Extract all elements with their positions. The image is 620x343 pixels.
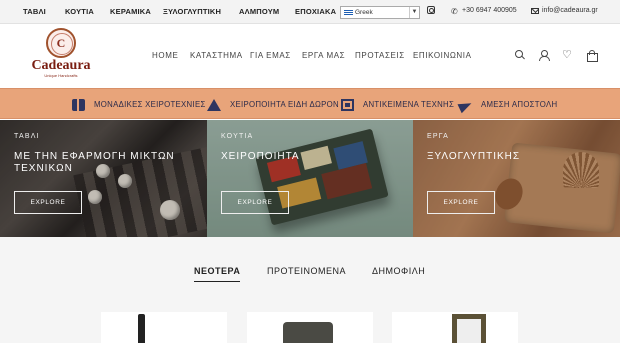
cart-bag-icon[interactable] — [586, 49, 598, 62]
explore-button[interactable]: EXPLORE — [14, 191, 82, 214]
tab-newest[interactable]: ΝΕΟΤΕΡΑ — [194, 266, 241, 282]
banner-title: ΞΥΛΟΓΛΥΠΤΙΚΗΣ — [427, 151, 521, 162]
product-image — [452, 314, 486, 343]
feature-unique-crafts: ΜΟΝΑΔΙΚΕΣ ΧΕΙΡΟΤΕΧΝΙΕΣ — [72, 89, 206, 120]
banner-tag: ΤΑΒΛΙ — [14, 133, 40, 140]
site-logo[interactable]: C Cadeaura Unique Handcrafts — [30, 28, 92, 86]
top-category-epoxiaka[interactable]: ΕΠΟΧΙΑΚΑ — [295, 7, 336, 16]
frame-icon — [341, 98, 354, 111]
top-category-xylogluptiki[interactable]: ΞΥΛΟΓΛΥΠΤΙΚΗ — [163, 7, 221, 16]
explore-button[interactable]: EXPLORE — [221, 191, 289, 214]
nav-works[interactable]: ΕΡΓΑ ΜΑΣ — [302, 51, 345, 60]
feature-direct-shipping: ΑΜΕΣΗ ΑΠΟΣΤΟΛΗ — [459, 89, 557, 120]
banner-koutia[interactable]: ΚΟΥΤΙΑ ΧΕΙΡΟΠΟΙΗΤΑ EXPLORE — [207, 120, 413, 237]
banner-title: ΜΕ ΤΗΝ ΕΦΑΡΜΟΓΗ ΜΙΚΤΩΝ ΤΕΧΝΙΚΩΝ — [14, 151, 175, 174]
nav-contact[interactable]: ΕΠΙΚΟΙΝΩΝΙΑ — [413, 51, 472, 60]
top-category-keramika[interactable]: ΚΕΡΑΜΙΚΑ — [110, 7, 151, 16]
logo-seal: C — [46, 28, 76, 58]
feature-handmade-gifts: ΧΕΙΡΟΠΟΙΗΤΑ ΕΙΔΗ ΔΩΡΟΝ — [207, 89, 339, 120]
nav-home[interactable]: HOME — [152, 51, 178, 60]
mail-icon — [531, 8, 539, 14]
product-card[interactable] — [101, 312, 227, 343]
product-tabs-section: ΝΕΟΤΕΡΑ ΠΡΟΤΕΙΝΟΜΕΝΑ ΔΗΜΟΦΙΛΗ — [0, 237, 620, 343]
nav-shop[interactable]: ΚΑΤΑΣΤΗΜΑ — [190, 51, 243, 60]
phone-number[interactable]: +30 6947 400905 — [462, 7, 517, 14]
language-value: Greek — [355, 9, 373, 16]
product-card[interactable] — [392, 312, 518, 343]
top-category-koutia[interactable]: ΚΟΥΤΙΑ — [65, 7, 94, 16]
logo-tagline: Unique Handcrafts — [44, 73, 78, 78]
product-card[interactable] — [247, 312, 373, 343]
banner-tag: ΚΟΥΤΙΑ — [221, 133, 254, 140]
banner-tavli[interactable]: ΤΑΒΛΙ ΜΕ ΤΗΝ ΕΦΑΡΜΟΓΗ ΜΙΚΤΩΝ ΤΕΧΝΙΚΩΝ EX… — [0, 120, 207, 237]
phone-icon: ✆ — [451, 7, 458, 16]
instagram-icon[interactable] — [427, 6, 435, 14]
greek-flag-icon — [344, 10, 353, 16]
account-icon[interactable] — [538, 49, 550, 61]
chevron-down-icon: ▼ — [409, 7, 419, 18]
product-image — [283, 322, 333, 343]
product-image — [138, 314, 145, 343]
nav-about[interactable]: ΓΙΑ ΕΜΑΣ — [250, 51, 291, 60]
feature-art-objects: ΑΝΤΙΚΕΙΜΕΝΑ ΤΕΧΝΗΣ — [341, 89, 454, 120]
search-icon[interactable] — [514, 49, 526, 61]
gift-icon — [72, 98, 85, 111]
logo-brand: Cadeaura — [31, 58, 91, 73]
banner-title: ΧΕΙΡΟΠΟΙΗΤΑ — [221, 151, 300, 162]
tab-recommended[interactable]: ΠΡΟΤΕΙΝΟΜΕΝΑ — [267, 266, 346, 276]
top-bar: ΤΑΒΛΙ ΚΟΥΤΙΑ ΚΕΡΑΜΙΚΑ ΞΥΛΟΓΛΥΠΤΙΚΗ ΑΛΜΠΟ… — [0, 0, 620, 24]
features-strip: ΜΟΝΑΔΙΚΕΣ ΧΕΙΡΟΤΕΧΝΙΕΣ ΧΕΙΡΟΠΟΙΗΤΑ ΕΙΔΗ … — [0, 88, 620, 119]
banner-erga[interactable]: ΕΡΓΑ ΞΥΛΟΓΛΥΠΤΙΚΗΣ EXPLORE — [413, 120, 620, 237]
warning-icon — [207, 98, 221, 111]
banner-tag: ΕΡΓΑ — [427, 133, 450, 140]
wishlist-heart-icon[interactable]: ♡ — [562, 49, 574, 61]
send-icon — [459, 99, 472, 111]
explore-button[interactable]: EXPLORE — [427, 191, 495, 214]
tab-popular[interactable]: ΔΗΜΟΦΙΛΗ — [372, 266, 425, 276]
email-address[interactable]: info@cadeaura.gr — [542, 7, 598, 14]
top-category-album[interactable]: ΑΛΜΠΟΥΜ — [239, 7, 279, 16]
nav-suggestions[interactable]: ΠΡΟΤΑΣΕΙΣ — [355, 51, 405, 60]
top-category-tavli[interactable]: ΤΑΒΛΙ — [23, 7, 46, 16]
language-select[interactable]: Greek ▼ — [340, 6, 420, 19]
